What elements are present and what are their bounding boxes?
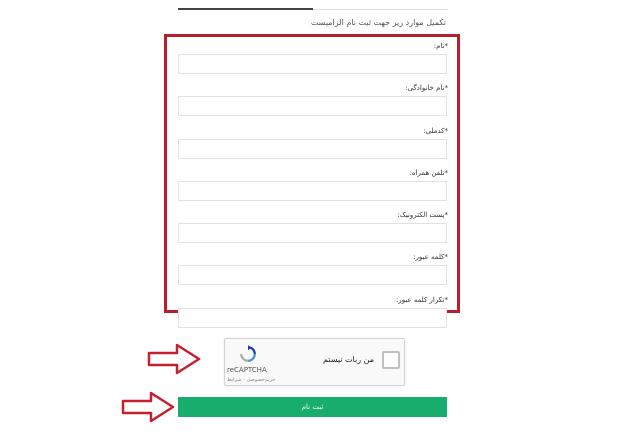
last-name-input[interactable] xyxy=(178,96,447,116)
register-submit-button[interactable]: ثبت نام xyxy=(178,397,447,417)
mobile-input[interactable] xyxy=(178,181,447,201)
recaptcha-checkbox[interactable] xyxy=(382,351,400,369)
national-id-input[interactable] xyxy=(178,139,447,159)
password-label: *کلمه عبور: xyxy=(413,253,448,261)
section-divider xyxy=(313,9,448,10)
section-divider-active xyxy=(178,8,313,10)
password-input[interactable] xyxy=(178,265,447,285)
last-name-label: *نام خانوادگی: xyxy=(405,84,448,92)
recaptcha-widget: من ربات نیستم reCAPTCHA حریم‌خصوصی - شرا… xyxy=(224,338,405,386)
mobile-label: *تلفن همراه: xyxy=(409,169,448,177)
first-name-label: *نام: xyxy=(433,42,448,50)
email-input[interactable] xyxy=(178,223,447,243)
confirm-password-input[interactable] xyxy=(178,308,447,328)
first-name-input[interactable] xyxy=(178,54,447,74)
red-outline-arrow-right-icon xyxy=(147,343,201,375)
recaptcha-label: من ربات نیستم xyxy=(322,355,374,364)
national-id-label: *کدملی: xyxy=(423,127,448,135)
recaptcha-terms-link[interactable]: حریم‌خصوصی - شرایط xyxy=(227,377,275,383)
form-intro-text: تکمیل موارد زیر جهت ثبت نام الزامیست xyxy=(310,18,446,27)
email-label: *پست الکترونیک: xyxy=(397,211,448,219)
confirm-password-label: *تکرار کلمه عبور: xyxy=(395,296,448,304)
recaptcha-logo-icon xyxy=(240,345,256,362)
recaptcha-brand: reCAPTCHA xyxy=(227,366,267,374)
red-outline-arrow-right-icon xyxy=(121,391,175,423)
